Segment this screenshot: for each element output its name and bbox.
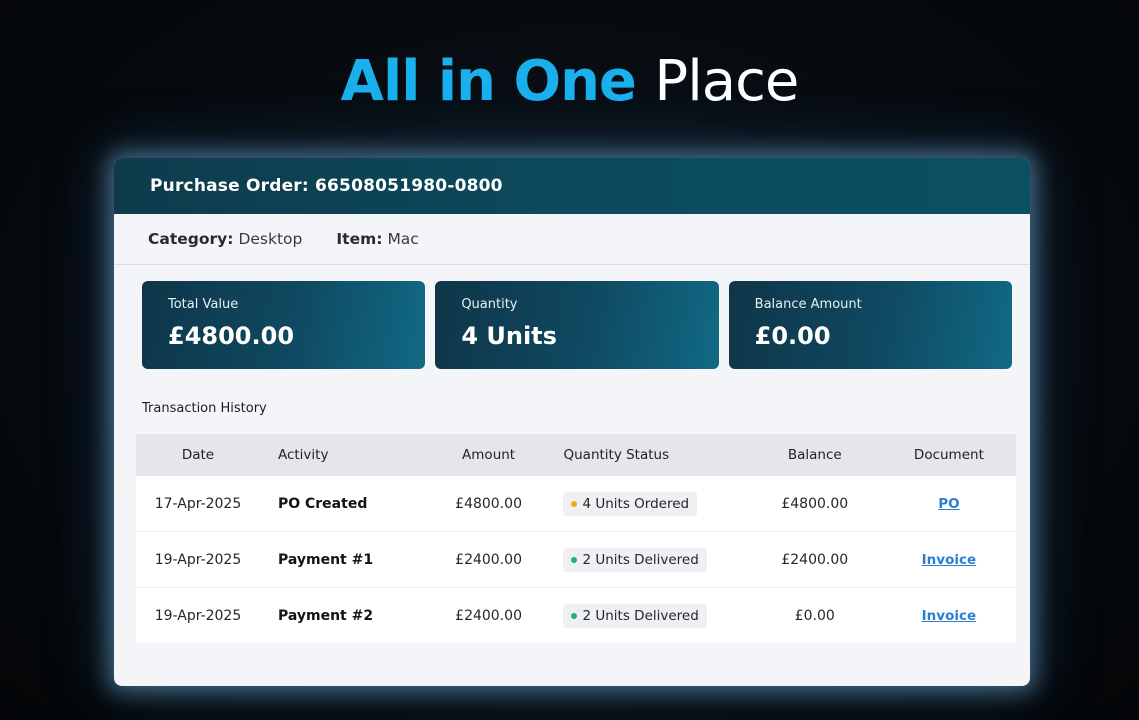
- status-badge: 4 Units Ordered: [563, 491, 698, 516]
- cell-quantity-status: 4 Units Ordered: [545, 476, 748, 532]
- stat-label: Balance Amount: [754, 297, 862, 312]
- hero-title: All in One Place: [0, 42, 1139, 122]
- column-header-quantity-status[interactable]: Quantity Status: [545, 434, 748, 476]
- cell-activity: Payment #2: [277, 607, 374, 624]
- table-header-row: Date Activity Amount Quantity Status Bal…: [136, 434, 1016, 476]
- stat-value: £0.00: [754, 322, 831, 350]
- card-header: Purchase Order: 66508051980-0800: [114, 158, 1030, 214]
- cell-quantity-status: 2 Units Delivered: [545, 588, 747, 644]
- cell-balance: £0.00: [794, 607, 835, 624]
- cell-date: 19-Apr-2025: [136, 531, 260, 588]
- status-dot-icon: [571, 556, 578, 563]
- status-badge: 2 Units Delivered: [563, 603, 707, 628]
- stat-value: £4800.00: [168, 322, 295, 350]
- table-row: 19-Apr-2025 Payment #2 £2400.00 2 Units …: [136, 588, 1016, 644]
- hero-title-accent: All in One: [340, 49, 637, 114]
- status-text: 4 Units Ordered: [582, 495, 690, 512]
- column-header-amount[interactable]: Amount: [431, 434, 546, 476]
- transaction-table-wrap: Date Activity Amount Quantity Status Bal…: [136, 434, 1016, 643]
- table-row: 19-Apr-2025 Payment #1 £2400.00 2 Units …: [136, 531, 1016, 588]
- cell-balance: £4800.00: [747, 476, 882, 532]
- hero-title-plain: Place: [654, 49, 799, 114]
- document-link-po[interactable]: PO: [938, 496, 959, 512]
- stat-balance-amount: Balance Amount £0.00: [728, 281, 1012, 369]
- column-header-balance[interactable]: Balance: [747, 434, 882, 476]
- status-text: 2 Units Delivered: [582, 607, 699, 624]
- cell-document: Invoice: [881, 531, 1016, 588]
- order-meta-row: Category: Desktop Item: Mac: [114, 214, 1030, 265]
- column-header-activity[interactable]: Activity: [259, 434, 432, 476]
- stat-label: Quantity: [461, 297, 518, 312]
- purchase-order-title: Purchase Order: 66508051980-0800: [150, 176, 503, 196]
- cell-amount: £2400.00: [431, 531, 546, 588]
- cell-quantity-status: 2 Units Delivered: [545, 531, 748, 588]
- cell-date: 19-Apr-2025: [154, 607, 242, 624]
- stats-row: Total Value £4800.00 Quantity 4 Units Ba…: [114, 265, 1030, 369]
- cell-activity: PO Created: [259, 476, 432, 532]
- column-header-date[interactable]: Date: [136, 434, 260, 476]
- stat-total-value: Total Value £4800.00: [142, 281, 426, 369]
- item-label: Item:: [336, 230, 383, 248]
- stat-label: Total Value: [168, 297, 239, 312]
- stat-value: 4 Units: [461, 322, 557, 350]
- cell-date: 17-Apr-2025: [136, 476, 260, 532]
- cell-amount: £4800.00: [431, 476, 546, 532]
- cell-amount: £2400.00: [455, 607, 522, 624]
- transaction-history-title: Transaction History: [142, 401, 267, 416]
- item-value: Mac: [387, 230, 419, 248]
- cell-balance: £2400.00: [747, 531, 882, 588]
- transaction-table: Date Activity Amount Quantity Status Bal…: [136, 434, 1016, 643]
- status-text: 2 Units Delivered: [582, 551, 699, 568]
- status-dot-icon: [571, 500, 578, 507]
- status-dot-icon: [571, 612, 578, 619]
- purchase-order-card: Purchase Order: 66508051980-0800 Categor…: [114, 158, 1030, 686]
- category-label: Category:: [148, 230, 234, 248]
- table-row: 17-Apr-2025 PO Created £4800.00 4 Units …: [136, 476, 1016, 532]
- cell-activity: Payment #1: [259, 531, 432, 588]
- stage: All in One Place Purchase Order: 6650805…: [0, 0, 1139, 720]
- stat-quantity: Quantity 4 Units: [435, 281, 719, 369]
- cell-document: Invoice: [882, 588, 1016, 644]
- document-link-invoice[interactable]: Invoice: [922, 608, 977, 624]
- document-link-invoice[interactable]: Invoice: [922, 552, 977, 568]
- status-badge: 2 Units Delivered: [563, 547, 707, 572]
- category-value: Desktop: [238, 230, 303, 248]
- column-header-document[interactable]: Document: [881, 434, 1016, 476]
- cell-document: PO: [881, 476, 1016, 532]
